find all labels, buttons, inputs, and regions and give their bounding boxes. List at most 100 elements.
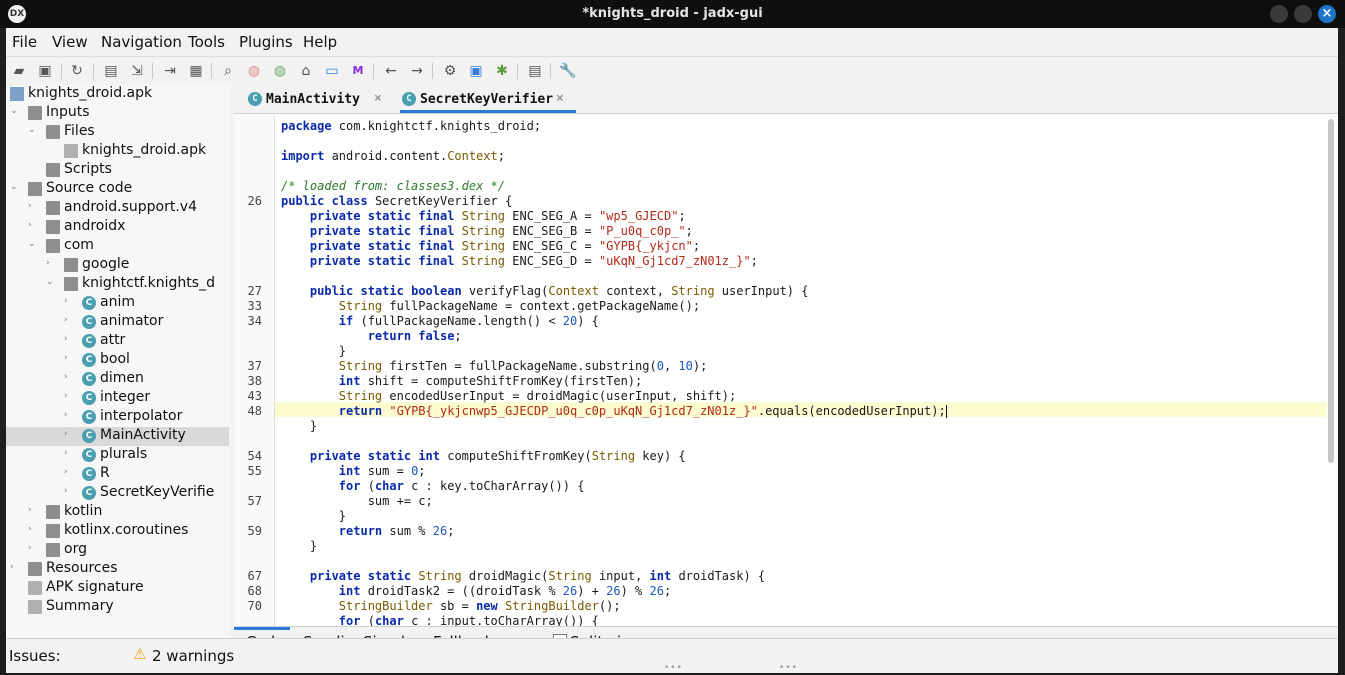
code-line[interactable]: public class SecretKeyVerifier { [281, 194, 512, 208]
tree-item-class[interactable]: › C R [6, 465, 229, 484]
tab-secretkeyverifier[interactable]: C SecretKeyVerifier × [400, 85, 576, 113]
tree-item-apk-signature[interactable]: APK signature [6, 579, 229, 598]
chevron-right-icon[interactable]: › [64, 448, 74, 458]
chevron-right-icon[interactable]: › [28, 524, 38, 534]
tab-mainactivity[interactable]: C MainActivity × [246, 85, 386, 113]
find-class-icon[interactable]: ◍ [245, 62, 263, 80]
menu-tools[interactable]: Tools [188, 33, 225, 51]
chevron-down-icon[interactable]: ⌄ [28, 125, 38, 135]
chevron-down-icon[interactable]: ⌄ [10, 182, 20, 192]
chevron-right-icon[interactable]: › [64, 486, 74, 496]
chevron-right-icon[interactable]: › [64, 429, 74, 439]
export-icon[interactable]: ⇲ [128, 62, 146, 80]
code-line[interactable]: } [281, 344, 346, 358]
sync-tree-icon[interactable]: ⇥ [161, 62, 179, 80]
smali-icon[interactable]: M [349, 62, 367, 80]
code-line[interactable]: } [281, 509, 346, 523]
tree-item-class[interactable]: › C dimen [6, 370, 229, 389]
code-line[interactable]: String fullPackageName = context.getPack… [281, 299, 700, 313]
tree-item-package[interactable]: ⌄ knightctf.knights_d [6, 275, 229, 294]
chevron-right-icon[interactable]: › [46, 258, 56, 268]
debug-icon[interactable]: ✱ [493, 62, 511, 80]
tree-item-package[interactable]: › androidx [6, 218, 229, 237]
code-editor[interactable]: package com.knightctf.knights_droid; impo… [234, 115, 1338, 628]
tree-item-inputs[interactable]: ⌄ Inputs [6, 104, 229, 123]
resize-handle[interactable]: ••• [779, 663, 798, 673]
menu-file[interactable]: File [12, 33, 37, 51]
maximize-button[interactable] [1294, 5, 1312, 23]
tree-item-class-selected[interactable]: › C MainActivity [6, 427, 229, 446]
open-file-icon[interactable]: ▰ [10, 62, 28, 80]
chevron-down-icon[interactable]: ⌄ [46, 277, 56, 287]
warnings-count[interactable]: 2 warnings [152, 647, 234, 665]
log-viewer-icon[interactable]: ▭ [323, 62, 341, 80]
close-tab-icon[interactable]: × [556, 91, 564, 106]
sync-icon[interactable]: ↻ [68, 62, 86, 80]
code-line[interactable]: String encodedUserInput = droidMagic(use… [281, 389, 736, 403]
chevron-down-icon[interactable]: ⌄ [28, 239, 38, 249]
code-line[interactable]: for (char c : key.toCharArray()) { [281, 479, 585, 493]
tree-item-resources[interactable]: › Resources [6, 560, 229, 579]
tree-item-class[interactable]: › C interpolator [6, 408, 229, 427]
code-line[interactable]: private static final String ENC_SEG_A = … [281, 209, 686, 223]
tree-item-files[interactable]: ⌄ Files [6, 123, 229, 142]
quark-icon[interactable]: ▣ [467, 62, 485, 80]
tree-item-class[interactable]: › C plurals [6, 446, 229, 465]
deobfuscation-icon[interactable]: ⚙ [441, 62, 459, 80]
code-vertical-scrollbar[interactable] [1328, 119, 1334, 463]
chevron-right-icon[interactable]: › [28, 543, 38, 553]
close-tab-icon[interactable]: × [374, 91, 382, 106]
chevron-down-icon[interactable]: ⌄ [10, 106, 20, 116]
tree-item-package[interactable]: › kotlin [6, 503, 229, 522]
tree-item-class[interactable]: › C attr [6, 332, 229, 351]
resize-handle[interactable]: ••• [664, 663, 683, 673]
tree-item-class[interactable]: › C SecretKeyVerifie [6, 484, 229, 503]
code-line[interactable]: private static int computeShiftFromKey(S… [281, 449, 686, 463]
find-usage-icon[interactable]: ◍ [271, 62, 289, 80]
code-line[interactable]: } [281, 419, 317, 433]
tree-item-package[interactable]: ⌄ com [6, 237, 229, 256]
chevron-right-icon[interactable]: › [28, 220, 38, 230]
tree-item-scripts[interactable]: Scripts [6, 161, 229, 180]
code-line[interactable]: sum += c; [281, 494, 433, 508]
menu-navigation[interactable]: Navigation [101, 33, 182, 51]
search-icon[interactable]: ⌕ [219, 62, 237, 80]
tree-item-summary[interactable]: Summary [6, 598, 229, 617]
back-icon[interactable]: ← [382, 62, 400, 80]
code-line[interactable]: int shift = computeShiftFromKey(firstTen… [281, 374, 642, 388]
log-icon[interactable]: ▤ [526, 62, 544, 80]
home-icon[interactable]: ⌂ [297, 62, 315, 80]
code-line[interactable]: public static boolean verifyFlag(Context… [281, 284, 809, 298]
code-line[interactable]: return sum % 26; [281, 524, 455, 538]
menu-plugins[interactable]: Plugins [239, 33, 293, 51]
tree-item-package[interactable]: › android.support.v4 [6, 199, 229, 218]
close-window-button[interactable]: × [1318, 5, 1336, 23]
chevron-right-icon[interactable]: › [64, 315, 74, 325]
chevron-right-icon[interactable]: › [28, 201, 38, 211]
project-tree[interactable]: knights_droid.apk ⌄ Inputs ⌄ Files knigh… [6, 85, 229, 638]
add-files-icon[interactable]: ▣ [36, 62, 54, 80]
minimize-button[interactable] [1270, 5, 1288, 23]
tree-item-class[interactable]: › C anim [6, 294, 229, 313]
tree-item-apk[interactable]: knights_droid.apk [6, 85, 229, 104]
menu-help[interactable]: Help [303, 33, 337, 51]
code-line[interactable]: private static final String ENC_SEG_D = … [281, 254, 758, 268]
code-line[interactable]: /* loaded from: classes3.dex */ [281, 179, 505, 193]
tree-item-class[interactable]: › C animator [6, 313, 229, 332]
save-all-icon[interactable]: ▤ [102, 62, 120, 80]
code-line[interactable]: private static final String ENC_SEG_C = … [281, 239, 700, 253]
code-line[interactable]: return false; [281, 329, 462, 343]
tree-item-apk-file[interactable]: knights_droid.apk [6, 142, 229, 161]
menu-view[interactable]: View [52, 33, 88, 51]
chevron-right-icon[interactable]: › [64, 410, 74, 420]
code-line[interactable]: return "GYPB{_ykjcnwp5_GJECDP_u0q_c0p_uK… [281, 404, 947, 418]
chevron-right-icon[interactable]: › [64, 334, 74, 344]
tree-item-package[interactable]: › kotlinx.coroutines [6, 522, 229, 541]
code-line[interactable]: package com.knightctf.knights_droid; [281, 119, 541, 133]
flatten-icon[interactable]: ▦ [187, 62, 205, 80]
code-line[interactable]: int droidTask2 = ((droidTask % 26) + 26)… [281, 584, 671, 598]
chevron-right-icon[interactable]: › [64, 372, 74, 382]
chevron-right-icon[interactable]: › [10, 562, 20, 572]
chevron-right-icon[interactable]: › [28, 505, 38, 515]
code-line[interactable]: private static final String ENC_SEG_B = … [281, 224, 693, 238]
